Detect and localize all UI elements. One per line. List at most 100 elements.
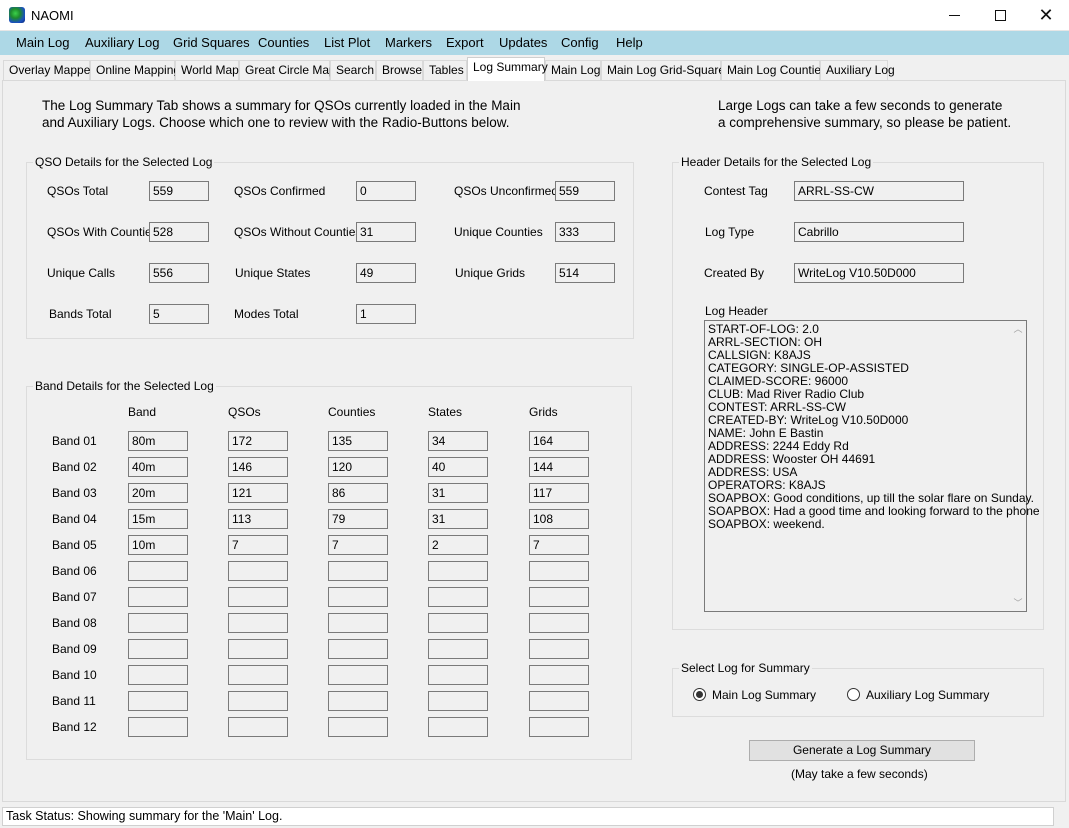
qsos-total-field[interactable]: 559 [149,181,209,201]
band-qsos-field[interactable]: 7 [228,535,288,555]
band-states-field[interactable] [428,691,488,711]
band-qsos-field[interactable]: 113 [228,509,288,529]
maximize-button[interactable] [977,0,1023,30]
band-grids-field[interactable] [529,613,589,633]
menu-markers[interactable]: Markers [385,35,432,50]
band-band-field[interactable] [128,587,188,607]
tab-log-summary[interactable]: Log Summary [467,57,548,81]
tab-great-circle-map[interactable]: Great Circle Map [239,60,336,80]
tab-main-log[interactable]: Main Log [545,60,601,80]
band-band-field[interactable] [128,717,188,737]
log-type-field[interactable]: Cabrillo [794,222,964,242]
band-band-field[interactable]: 80m [128,431,188,451]
menu-grid-squares[interactable]: Grid Squares [173,35,250,50]
band-states-field[interactable] [428,665,488,685]
tab-tables[interactable]: Tables [423,60,467,80]
band-band-field[interactable] [128,561,188,581]
main-log-summary-radio[interactable] [693,688,706,701]
qsos-confirmed-field[interactable]: 0 [356,181,416,201]
band-grids-field[interactable]: 117 [529,483,589,503]
unique-grids-field[interactable]: 514 [555,263,615,283]
band-counties-field[interactable]: 135 [328,431,388,451]
tab-auxiliary-log[interactable]: Auxiliary Log [820,60,895,80]
main-log-summary-label[interactable]: Main Log Summary [712,688,816,702]
auxiliary-log-summary-label[interactable]: Auxiliary Log Summary [866,688,989,702]
band-band-field[interactable] [128,613,188,633]
band-states-field[interactable] [428,639,488,659]
band-band-field[interactable]: 15m [128,509,188,529]
band-band-field[interactable]: 20m [128,483,188,503]
qsos-without-counties-field[interactable]: 31 [356,222,416,242]
menu-export[interactable]: Export [446,35,484,50]
band-qsos-field[interactable] [228,587,288,607]
band-counties-field[interactable] [328,717,388,737]
close-button[interactable]: ✕ [1023,0,1069,30]
auxiliary-log-summary-radio[interactable] [847,688,860,701]
band-qsos-field[interactable]: 146 [228,457,288,477]
qsos-unconfirmed-field[interactable]: 559 [555,181,615,201]
band-states-field[interactable]: 40 [428,457,488,477]
band-counties-field[interactable]: 120 [328,457,388,477]
band-grids-field[interactable]: 144 [529,457,589,477]
band-qsos-field[interactable] [228,717,288,737]
band-grids-field[interactable] [529,665,589,685]
qsos-with-counties-field[interactable]: 528 [149,222,209,242]
scroll-down-icon[interactable]: ﹀ [1010,595,1026,611]
band-grids-field[interactable]: 108 [529,509,589,529]
menu-list-plot[interactable]: List Plot [324,35,370,50]
band-grids-field[interactable] [529,691,589,711]
band-grids-field[interactable] [529,717,589,737]
tab-main-log-counties[interactable]: Main Log Counties [721,60,827,80]
tab-online-mapping[interactable]: Online Mapping [90,60,180,80]
band-qsos-field[interactable] [228,561,288,581]
band-grids-field[interactable]: 7 [529,535,589,555]
band-states-field[interactable]: 31 [428,483,488,503]
band-qsos-field[interactable]: 172 [228,431,288,451]
band-band-field[interactable] [128,639,188,659]
menu-main-log[interactable]: Main Log [16,35,69,50]
band-counties-field[interactable] [328,691,388,711]
band-states-field[interactable]: 2 [428,535,488,555]
band-counties-field[interactable] [328,639,388,659]
band-states-field[interactable] [428,613,488,633]
band-qsos-field[interactable]: 121 [228,483,288,503]
tab-browse[interactable]: Browse [376,60,423,80]
band-qsos-field[interactable] [228,639,288,659]
tab-main-log-grid-squares[interactable]: Main Log Grid-Squares [601,60,731,80]
band-states-field[interactable] [428,561,488,581]
menu-config[interactable]: Config [561,35,599,50]
band-states-field[interactable] [428,717,488,737]
band-qsos-field[interactable] [228,665,288,685]
tab-overlay-mapper[interactable]: Overlay Mapper [3,60,94,80]
modes-total-field[interactable]: 1 [356,304,416,324]
log-header-scrollbar[interactable]: ︿ ﹀ [1010,321,1026,611]
tab-world-map[interactable]: World Map [175,60,239,80]
scroll-up-icon[interactable]: ︿ [1010,321,1026,337]
generate-log-summary-button[interactable]: Generate a Log Summary [749,740,975,761]
band-states-field[interactable]: 34 [428,431,488,451]
band-counties-field[interactable]: 79 [328,509,388,529]
menu-counties[interactable]: Counties [258,35,309,50]
band-grids-field[interactable]: 164 [529,431,589,451]
menu-auxiliary-log[interactable]: Auxiliary Log [85,35,159,50]
unique-counties-field[interactable]: 333 [555,222,615,242]
log-header-textarea[interactable]: START-OF-LOG: 2.0 ARRL-SECTION: OH CALLSIG… [704,320,1040,612]
unique-states-field[interactable]: 49 [356,263,416,283]
band-band-field[interactable]: 40m [128,457,188,477]
band-qsos-field[interactable] [228,613,288,633]
band-counties-field[interactable]: 7 [328,535,388,555]
contest-tag-field[interactable]: ARRL-SS-CW [794,181,964,201]
menu-updates[interactable]: Updates [499,35,547,50]
band-qsos-field[interactable] [228,691,288,711]
band-band-field[interactable] [128,691,188,711]
band-counties-field[interactable]: 86 [328,483,388,503]
band-grids-field[interactable] [529,561,589,581]
bands-total-field[interactable]: 5 [149,304,209,324]
band-grids-field[interactable] [529,587,589,607]
created-by-field[interactable]: WriteLog V10.50D000 [794,263,964,283]
tab-search[interactable]: Search [330,60,376,80]
unique-calls-field[interactable]: 556 [149,263,209,283]
band-grids-field[interactable] [529,639,589,659]
band-states-field[interactable] [428,587,488,607]
menu-help[interactable]: Help [616,35,643,50]
